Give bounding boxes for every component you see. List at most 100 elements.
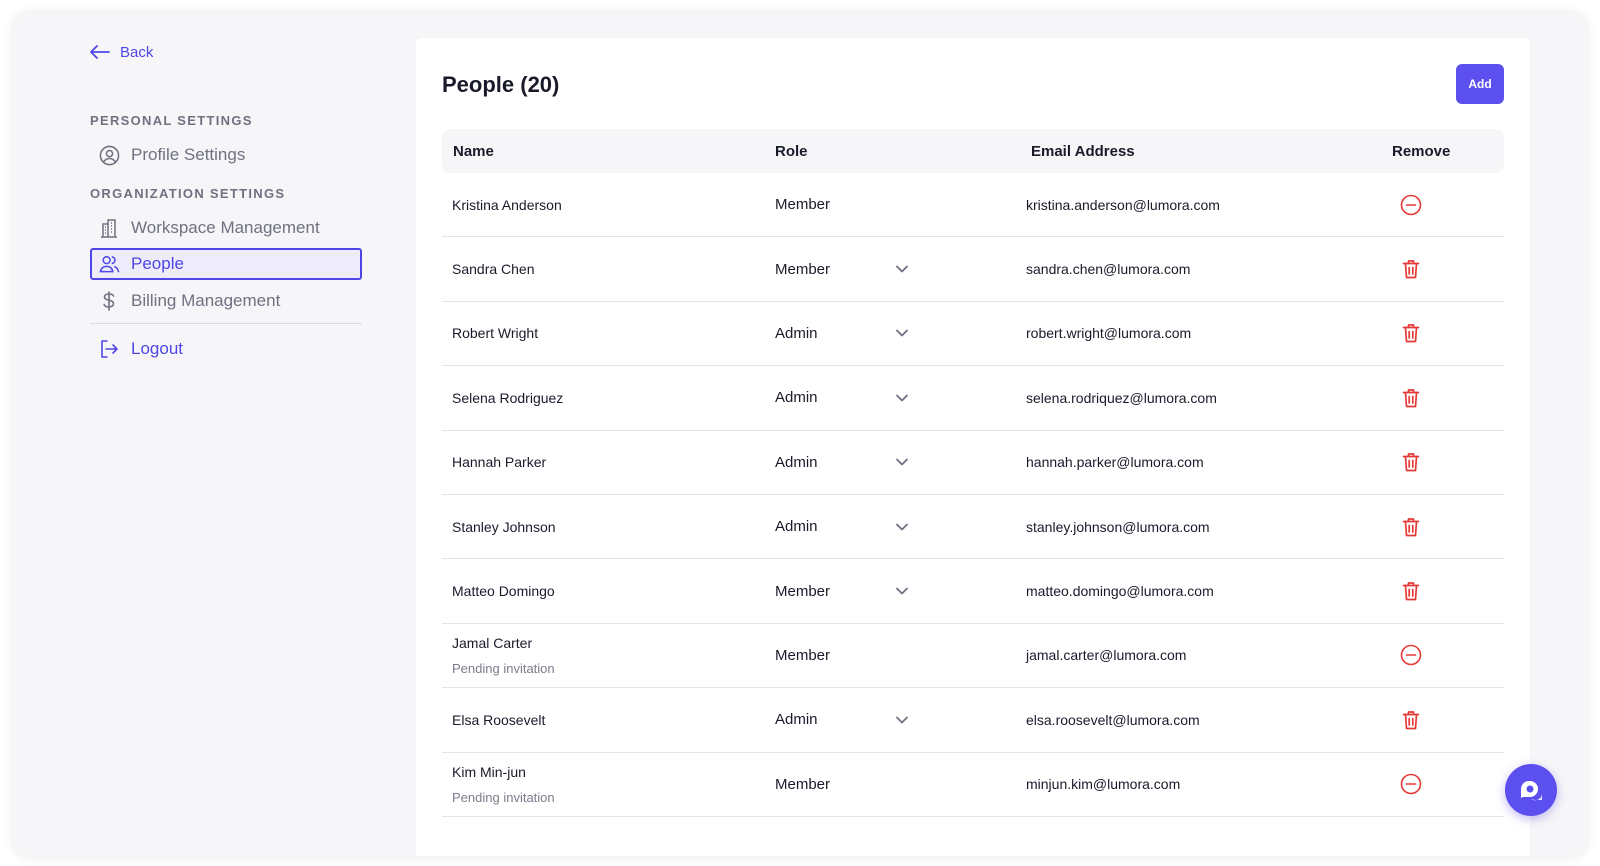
- sidebar-item-workspace-management[interactable]: Workspace Management: [90, 212, 362, 244]
- role-label: Admin: [775, 389, 818, 407]
- table-row: Robert Wright Admin robert.wright@lumora.c…: [442, 302, 1504, 367]
- email-address: matteo.domingo@lumora.com: [1026, 583, 1214, 600]
- building-icon: [98, 217, 120, 239]
- role-select[interactable]: Admin: [775, 495, 915, 558]
- person-name: Jamal Carter: [452, 634, 533, 651]
- chevron-down-icon[interactable]: [895, 261, 909, 278]
- back-label: Back: [120, 43, 154, 61]
- users-icon: [98, 253, 120, 275]
- chevron-down-icon[interactable]: [895, 583, 909, 600]
- role-label: Admin: [775, 518, 818, 536]
- role-label: Member: [775, 646, 831, 664]
- sidebar: Back PERSONAL SETTINGS Profile Settings …: [90, 40, 370, 358]
- role-select[interactable]: Admin: [775, 688, 915, 751]
- email-address: hannah.parker@lumora.com: [1026, 454, 1204, 471]
- people-panel: People (20) Add Name Role Email Address …: [416, 38, 1530, 856]
- role-label: Member: [775, 582, 831, 600]
- role-label: Admin: [775, 324, 818, 342]
- sidebar-item-label: Profile Settings: [131, 145, 246, 164]
- person-name: Selena Rodriguez: [452, 389, 564, 406]
- table-row: Kim Min-jun Pending invitation Member minju…: [442, 753, 1504, 817]
- sidebar-item-profile-settings[interactable]: Profile Settings: [90, 139, 362, 171]
- column-header-remove: Remove: [1392, 142, 1451, 160]
- back-link[interactable]: Back: [90, 40, 370, 64]
- sidebar-item-logout[interactable]: Logout: [90, 333, 362, 365]
- chevron-down-icon[interactable]: [895, 389, 909, 406]
- trash-icon[interactable]: [1399, 559, 1423, 622]
- sidebar-item-label: Logout: [131, 339, 183, 358]
- role-label: Member: [775, 260, 831, 278]
- name-cell: Hannah Parker: [452, 431, 546, 494]
- email-address: elsa.roosevelt@lumora.com: [1026, 711, 1200, 728]
- chevron-down-icon[interactable]: [895, 711, 909, 728]
- trash-icon[interactable]: [1399, 431, 1423, 494]
- chevron-down-icon[interactable]: [895, 325, 909, 342]
- role-label: Admin: [775, 711, 818, 729]
- logout-icon: [98, 338, 120, 360]
- role-select[interactable]: Member: [775, 237, 915, 300]
- trash-icon[interactable]: [1399, 302, 1423, 365]
- minus-circle-icon[interactable]: [1399, 753, 1423, 816]
- page-title: People (20): [442, 72, 560, 97]
- email-address: jamal.carter@lumora.com: [1026, 647, 1187, 664]
- role-value: Member: [775, 624, 915, 687]
- table-row: Jamal Carter Pending invitation Member jama…: [442, 624, 1504, 689]
- email-address: minjun.kim@lumora.com: [1026, 776, 1181, 793]
- name-cell: Matteo Domingo: [452, 559, 555, 622]
- name-cell: Sandra Chen: [452, 237, 535, 300]
- chat-support-button[interactable]: [1505, 764, 1557, 816]
- sidebar-item-billing-management[interactable]: Billing Management: [90, 285, 362, 317]
- person-name: Hannah Parker: [452, 454, 547, 471]
- trash-icon[interactable]: [1399, 237, 1423, 300]
- add-person-button[interactable]: Add: [1456, 64, 1504, 104]
- column-header-role: Role: [775, 142, 808, 160]
- person-name: Kristina Anderson: [452, 196, 562, 213]
- role-select[interactable]: Admin: [775, 302, 915, 365]
- person-name: Robert Wright: [452, 325, 539, 342]
- app-frame: Back PERSONAL SETTINGS Profile Settings …: [12, 10, 1588, 856]
- chat-bubble-icon: [1521, 781, 1543, 801]
- name-cell: Selena Rodriguez: [452, 366, 563, 429]
- role-label: Member: [775, 775, 831, 793]
- role-label: Member: [775, 196, 831, 214]
- user-circle-icon: [98, 144, 120, 166]
- sidebar-item-people[interactable]: People: [90, 248, 362, 280]
- trash-icon[interactable]: [1399, 495, 1423, 558]
- email-address: stanley.johnson@lumora.com: [1026, 518, 1210, 535]
- role-select[interactable]: Member: [775, 559, 915, 622]
- arrow-left-icon: [90, 45, 110, 59]
- chevron-down-icon[interactable]: [895, 454, 909, 471]
- minus-circle-icon[interactable]: [1399, 173, 1423, 236]
- name-cell: Robert Wright: [452, 302, 538, 365]
- chevron-down-icon[interactable]: [895, 518, 909, 535]
- table-row: Hannah Parker Admin hannah.parker@lumora.c…: [442, 431, 1504, 495]
- personal-settings-title: PERSONAL SETTINGS: [90, 113, 253, 128]
- person-name: Matteo Domingo: [452, 583, 555, 600]
- table-row: Stanley Johnson Admin stanley.johnson@lumo…: [442, 495, 1504, 560]
- person-name: Stanley Johnson: [452, 518, 556, 535]
- sidebar-item-label: Workspace Management: [131, 218, 320, 237]
- table-body: Kristina Anderson Member kristina.anderson…: [442, 173, 1504, 817]
- person-name: Kim Min-jun: [452, 763, 526, 780]
- sidebar-divider: [90, 323, 362, 324]
- table-row: Sandra Chen Member sandra.chen@lumora.com: [442, 237, 1504, 302]
- role-select[interactable]: Admin: [775, 366, 915, 429]
- name-cell: Jamal Carter Pending invitation: [452, 624, 555, 687]
- minus-circle-icon[interactable]: [1399, 624, 1423, 687]
- table-row: Elsa Roosevelt Admin elsa.roosevelt@lumora…: [442, 688, 1504, 753]
- name-cell: Kim Min-jun Pending invitation: [452, 753, 555, 816]
- role-value: Member: [775, 753, 915, 816]
- trash-icon[interactable]: [1399, 366, 1423, 429]
- trash-icon[interactable]: [1399, 688, 1423, 751]
- person-name: Sandra Chen: [452, 261, 535, 278]
- table-row: Selena Rodriguez Admin selena.rodriquez@lu…: [442, 366, 1504, 431]
- organization-settings-title: ORGANIZATION SETTINGS: [90, 186, 286, 201]
- sidebar-item-label: People: [131, 254, 184, 273]
- role-value: Member: [775, 173, 915, 236]
- table-header: Name Role Email Address Remove: [442, 129, 1504, 173]
- name-cell: Elsa Roosevelt: [452, 688, 545, 751]
- role-select[interactable]: Admin: [775, 431, 915, 494]
- email-address: robert.wright@lumora.com: [1026, 325, 1192, 342]
- email-address: selena.rodriquez@lumora.com: [1026, 389, 1217, 406]
- name-cell: Kristina Anderson: [452, 173, 562, 236]
